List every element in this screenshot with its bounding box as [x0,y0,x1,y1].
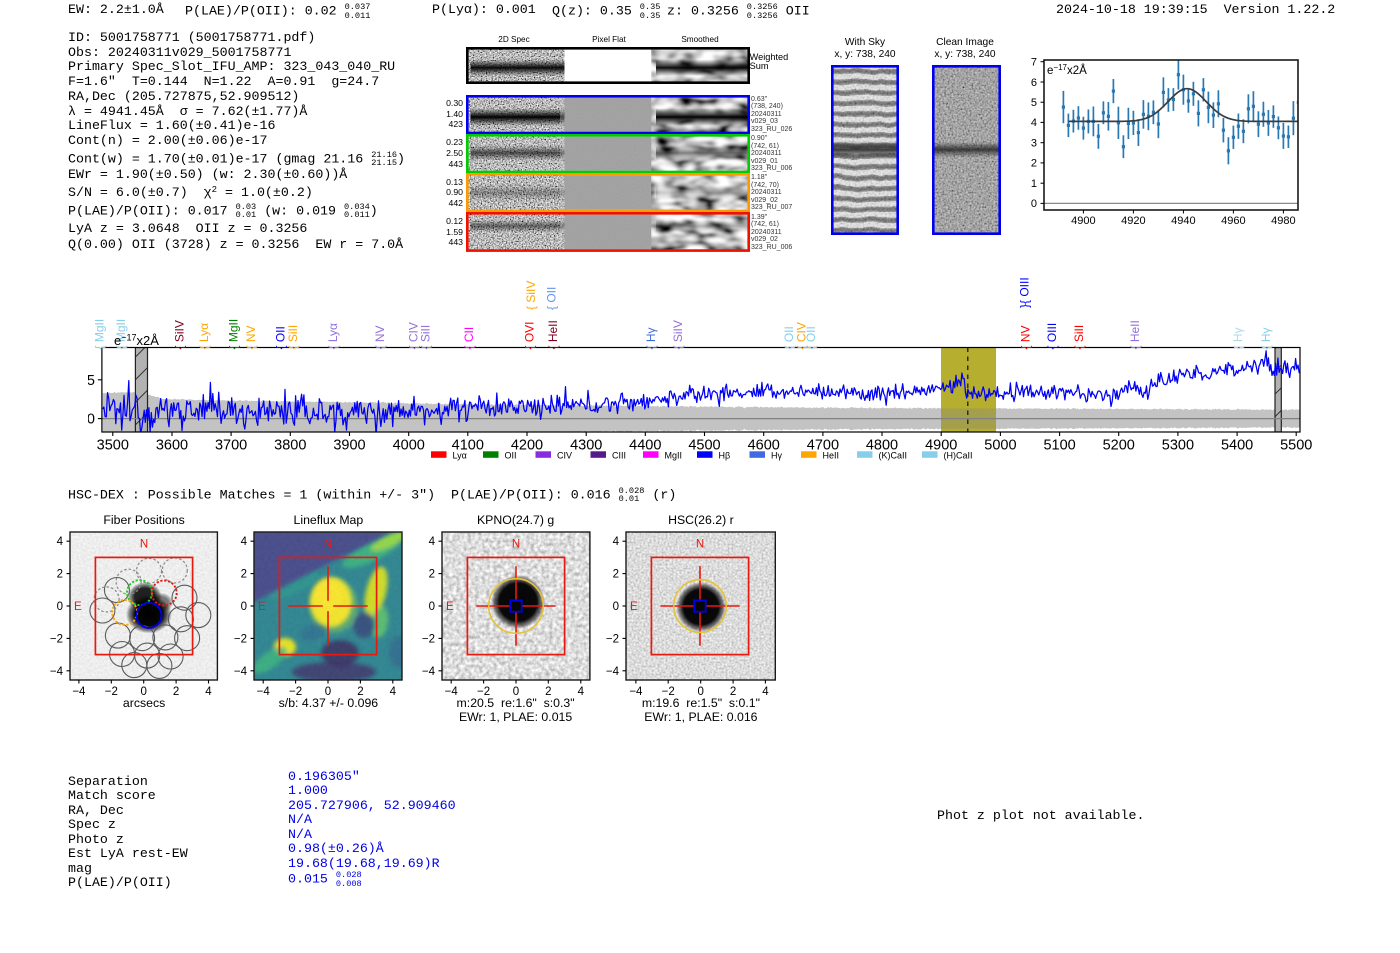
svg-text:5400: 5400 [1221,438,1253,454]
svg-text:{ MgII: { MgII [227,319,241,350]
svg-text:2: 2 [241,569,247,581]
svg-text:4000: 4000 [393,438,425,454]
svg-text:{ SiIV: { SiIV [671,320,685,349]
svg-text:HeII: HeII [823,451,840,461]
svg-text:{ Hγ: { Hγ [644,327,658,349]
svg-text:3600: 3600 [156,438,188,454]
svg-text:5500: 5500 [1280,438,1312,454]
svg-text:−4: −4 [422,666,436,678]
svg-text:1: 1 [1031,178,1037,190]
svg-text:2: 2 [428,569,434,581]
svg-text:{ Hγ: { Hγ [1231,327,1245,349]
svg-text:{ SiIV: { SiIV [524,281,538,310]
svg-text:−4: −4 [50,666,64,678]
svg-text:Hγ: Hγ [771,451,782,461]
svg-text:N: N [696,539,704,551]
svg-text:E: E [258,601,266,613]
svg-text:{ NV: { NV [244,325,258,349]
svg-text:0: 0 [241,601,247,613]
svg-text:N: N [140,539,148,551]
svg-text:7: 7 [1031,57,1037,69]
svg-text:{ MgII: { MgII [92,319,106,350]
svg-text:CIII: CIII [612,451,626,461]
svg-text:3800: 3800 [274,438,306,454]
svg-text:4: 4 [428,536,435,548]
svg-text:5200: 5200 [1103,438,1135,454]
svg-text:−2: −2 [606,633,619,645]
svg-text:{ NV: { NV [373,325,387,349]
svg-text:CIV: CIV [557,451,572,461]
svg-text:4500: 4500 [688,438,720,454]
svg-text:4940: 4940 [1171,215,1195,227]
svg-text:2: 2 [1031,158,1037,170]
svg-text:0: 0 [613,601,619,613]
svg-text:4: 4 [57,536,64,548]
svg-text:4980: 4980 [1271,215,1295,227]
svg-text:−2: −2 [50,633,63,645]
svg-text:OII: OII [505,451,517,461]
svg-text:4400: 4400 [629,438,661,454]
svg-text:0: 0 [1031,198,1037,210]
svg-text:N: N [324,539,332,551]
svg-text:5100: 5100 [1043,438,1075,454]
svg-text:(K)CaII: (K)CaII [879,451,908,461]
svg-text:3500: 3500 [97,438,129,454]
svg-text:E: E [446,601,454,613]
svg-text:−4: −4 [606,666,620,678]
svg-text:4: 4 [613,536,620,548]
svg-text:−2: −2 [234,633,247,645]
svg-text:N: N [512,539,520,551]
svg-text:2: 2 [613,569,619,581]
svg-text:MgII: MgII [665,451,683,461]
svg-text:{ Lyα: { Lyα [326,323,340,350]
svg-text:−2: −2 [422,633,435,645]
svg-text:2: 2 [57,569,63,581]
svg-text:{ NV: { NV [1019,325,1033,349]
svg-text:3: 3 [1031,138,1037,150]
svg-text:5000: 5000 [984,438,1016,454]
svg-text:0: 0 [88,412,95,428]
svg-text:4: 4 [241,536,248,548]
svg-text:4960: 4960 [1221,215,1245,227]
svg-text:{ OIII: { OIII [1045,323,1059,350]
svg-text:−4: −4 [234,666,248,678]
svg-text:E: E [630,601,638,613]
svg-text:6: 6 [1031,77,1037,89]
svg-text:e−17x2Å: e−17x2Å [1047,63,1087,77]
svg-text:{ OII: { OII [804,326,818,349]
svg-text:{ SiII: { SiII [1072,325,1086,350]
svg-text:Hβ: Hβ [719,451,731,461]
svg-text:3900: 3900 [333,438,365,454]
svg-text:0: 0 [57,601,63,613]
svg-text:{ SiII: { SiII [286,325,300,350]
svg-text:Lyα: Lyα [453,451,467,461]
svg-text:{ SiII: { SiII [419,325,433,350]
svg-text:{ SiIV: { SiIV [172,320,186,349]
svg-text:}{ OIII: }{ OIII [1017,277,1031,308]
svg-text:4300: 4300 [570,438,602,454]
svg-text:{ HeII: { HeII [1128,320,1142,349]
svg-text:{ HeII: { HeII [546,320,560,349]
svg-text:3700: 3700 [215,438,247,454]
svg-text:5: 5 [1031,97,1037,109]
svg-text:4: 4 [1031,117,1037,129]
svg-text:{ CII: { CII [462,327,476,350]
svg-text:{ OII: { OII [544,287,558,310]
svg-text:4900: 4900 [1071,215,1095,227]
svg-text:5300: 5300 [1162,438,1194,454]
svg-text:E: E [74,601,82,613]
svg-text:0: 0 [428,601,434,613]
svg-text:{ Lyα: { Lyα [197,323,211,350]
svg-text:{ OVI: { OVI [522,321,536,349]
svg-text:{ Hγ: { Hγ [1259,327,1273,349]
svg-text:(H)CaII: (H)CaII [944,451,973,461]
svg-text:4920: 4920 [1121,215,1145,227]
svg-text:5: 5 [88,373,95,389]
svg-text:e−17x2Å: e−17x2Å [114,333,159,349]
